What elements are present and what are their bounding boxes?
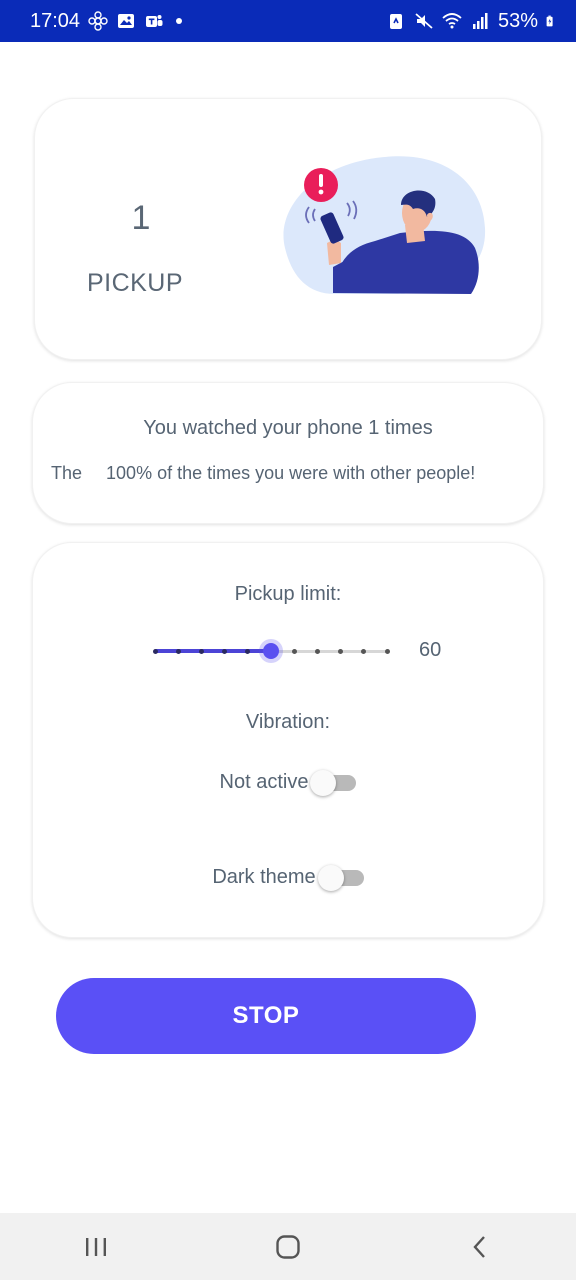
people-stat-text: 100% of the times you were with other pe… xyxy=(106,463,476,483)
battery-icon xyxy=(546,15,553,27)
slider-tick xyxy=(361,649,367,654)
slider-tick xyxy=(314,649,320,654)
people-stat-prefix: The xyxy=(51,463,83,483)
teams-icon xyxy=(146,15,163,27)
slider-tick xyxy=(291,649,297,654)
vibration-label: Vibration: xyxy=(245,711,331,733)
pickup-limit-label: Pickup limit: xyxy=(234,583,342,605)
flower-icon xyxy=(88,11,108,31)
status-right: 53% xyxy=(386,10,558,33)
pickup-count: 1 xyxy=(131,199,151,237)
dark-theme-label: Dark theme xyxy=(212,866,316,888)
people-stat-row: The 100% of the times you were with othe… xyxy=(51,463,531,484)
back-button[interactable] xyxy=(450,1222,510,1272)
vibration-toggle[interactable] xyxy=(310,769,357,796)
image-icon xyxy=(118,14,135,28)
dot-icon xyxy=(176,18,183,24)
slider-fill xyxy=(155,649,271,653)
person-phone-illustration xyxy=(283,156,486,294)
slider-tick xyxy=(152,649,158,654)
settings-card: Pickup limit: 60 Vibration: Not active D… xyxy=(32,542,544,938)
home-button[interactable] xyxy=(258,1222,318,1272)
battery-percent: 53% xyxy=(497,9,538,32)
pickup-limit-slider[interactable] xyxy=(152,641,390,661)
toggle-knob xyxy=(310,769,337,796)
vibration-row: Not active xyxy=(33,769,543,796)
status-bar: 17:04 53% xyxy=(0,0,576,42)
back-icon xyxy=(473,1235,485,1258)
slider-tick xyxy=(245,649,251,654)
slider-tick xyxy=(338,649,344,654)
mute-icon xyxy=(415,13,433,29)
pickup-limit-value: 60 xyxy=(419,639,442,661)
wifi-icon xyxy=(442,13,462,29)
slider-tick xyxy=(175,649,181,654)
status-left: 17:04 xyxy=(30,9,183,33)
slider-tick xyxy=(222,649,228,654)
recent-apps-icon xyxy=(86,1237,106,1256)
home-icon xyxy=(276,1234,300,1259)
pickup-label: PICKUP xyxy=(86,269,184,297)
status-time: 17:04 xyxy=(30,9,81,32)
recent-apps-button[interactable] xyxy=(66,1222,126,1272)
watched-count-text: You watched your phone 1 times xyxy=(143,417,433,439)
signal-icon xyxy=(472,13,488,29)
vibration-status-label: Not active xyxy=(219,771,309,793)
slider-tick xyxy=(198,649,204,654)
pickup-summary-card: 1 PICKUP xyxy=(34,98,542,360)
stats-card: You watched your phone 1 times The 100% … xyxy=(32,382,544,524)
dark-theme-row: Dark theme xyxy=(33,864,543,891)
slider-thumb[interactable] xyxy=(263,643,279,659)
navigation-bar xyxy=(0,1213,576,1280)
toggle-knob xyxy=(317,864,344,891)
dark-theme-toggle[interactable] xyxy=(317,864,364,891)
nfc-icon xyxy=(389,14,402,29)
stop-button[interactable]: STOP xyxy=(56,978,476,1054)
slider-tick xyxy=(384,649,390,654)
